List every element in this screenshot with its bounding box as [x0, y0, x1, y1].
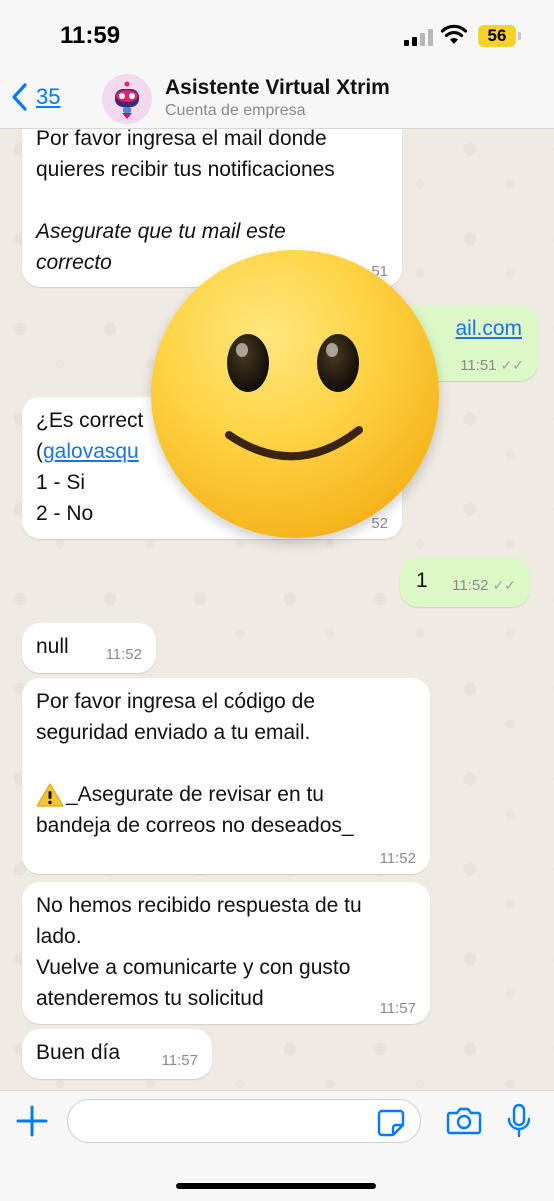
message-text: lado.: [36, 925, 82, 948]
message-time: 11:51 ✓✓: [460, 357, 524, 374]
email-link[interactable]: ail.com: [455, 317, 522, 340]
smiley-face-icon: [151, 250, 439, 538]
home-indicator: [176, 1183, 376, 1189]
message-text: Asegurate que tu mail este: [36, 220, 286, 243]
message-bubble-incoming[interactable]: Buen día 11:57: [22, 1029, 212, 1079]
camera-icon[interactable]: [446, 1105, 482, 1135]
message-text: bandeja de correos no deseados_: [36, 814, 354, 837]
read-ticks-icon: ✓✓: [492, 577, 516, 593]
battery-tip: [518, 32, 521, 40]
message-text: atenderemos tu solicitud: [36, 987, 264, 1010]
message-text: No hemos recibido respuesta de tu: [36, 894, 362, 917]
message-bubble-outgoing[interactable]: 1 11:52 ✓✓: [400, 557, 530, 607]
message-text: quieres recibir tus notificaciones: [36, 158, 335, 181]
robot-avatar-icon: [102, 74, 152, 124]
message-time: 11:52: [379, 850, 416, 867]
message-time: 11:52: [105, 646, 142, 663]
cellular-signal-icon: [404, 28, 433, 46]
email-link[interactable]: galovasqu: [43, 440, 139, 463]
message-bubble-incoming[interactable]: No hemos recibido respuesta de tu lado. …: [22, 882, 430, 1024]
back-button[interactable]: 35: [10, 82, 60, 112]
message-bubble-incoming[interactable]: Por favor ingresa el código de seguridad…: [22, 678, 430, 874]
status-time: 11:59: [60, 22, 121, 49]
chevron-left-icon: [12, 83, 27, 111]
plus-icon[interactable]: [14, 1103, 50, 1139]
read-ticks-icon: ✓✓: [500, 357, 524, 373]
message-bubble-incoming[interactable]: null 11:52: [22, 623, 156, 673]
microphone-icon[interactable]: [506, 1103, 532, 1139]
status-bar: 11:59 56: [0, 0, 554, 70]
chat-title[interactable]: Asistente Virtual Xtrim: [165, 76, 390, 100]
message-time: 11:57: [379, 1000, 416, 1017]
warning-icon: [36, 782, 64, 807]
message-input[interactable]: [67, 1099, 421, 1143]
message-text: Vuelve a comunicarte y con gusto: [36, 956, 351, 979]
unread-count: 35: [36, 84, 61, 109]
chat-header: 35 Asistente Virtual Xtrim Cuenta de emp…: [0, 70, 554, 129]
message-text: seguridad enviado a tu email.: [36, 721, 311, 744]
message-time: 11:52 ✓✓: [452, 577, 516, 594]
wifi-icon: [440, 24, 468, 44]
avatar[interactable]: [102, 74, 152, 124]
message-text: Por favor ingresa el código de: [36, 690, 315, 713]
message-text: _Asegurate de revisar en tu: [36, 779, 416, 810]
message-text: Por favor ingresa el mail donde: [36, 129, 327, 150]
chat-subtitle: Cuenta de empresa: [165, 102, 306, 119]
composer-bar: [0, 1090, 554, 1201]
sticker-icon[interactable]: [376, 1108, 406, 1138]
message-time: 11:57: [161, 1052, 198, 1069]
battery-indicator: 56: [478, 25, 516, 47]
